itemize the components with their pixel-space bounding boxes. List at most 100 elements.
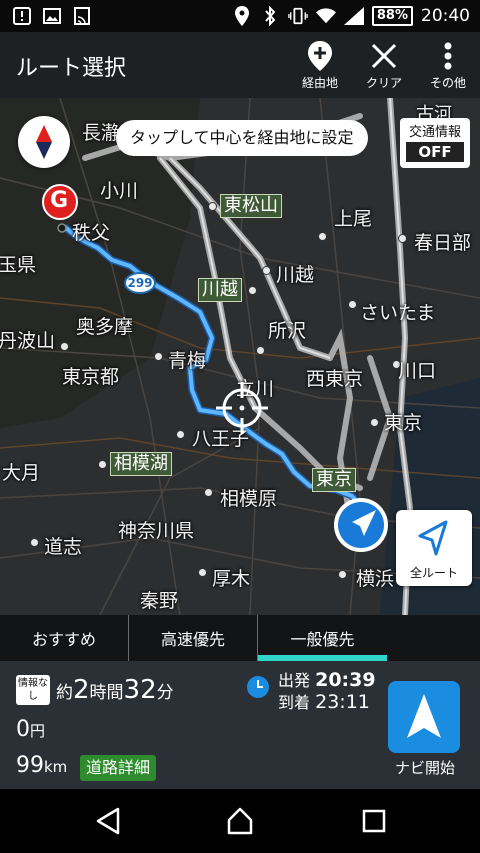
map-station-label: 東松山	[220, 194, 282, 218]
map-place-label: 青梅	[168, 350, 207, 372]
status-bar: 88% 20:40	[0, 0, 480, 32]
more-button[interactable]: その他	[418, 40, 478, 92]
map-place-label: 春日部	[414, 232, 472, 254]
close-icon	[371, 40, 397, 72]
duration-hours: 2	[73, 675, 90, 705]
back-icon	[96, 807, 120, 835]
map-city-dot	[154, 352, 163, 361]
map-place-label: 厚木	[212, 568, 251, 590]
map-place-label: 横浜	[356, 568, 395, 590]
duration-hours-unit: 時間	[89, 683, 124, 703]
route-number-shield: 299	[124, 272, 156, 294]
map-city-dot	[98, 460, 107, 469]
map-place-label: 所沢	[268, 320, 307, 342]
departure-time: 出発 20:39	[278, 667, 376, 691]
current-position-marker	[332, 496, 390, 558]
traffic-info-state: OFF	[406, 142, 464, 162]
goal-marker[interactable]: G	[40, 184, 80, 238]
status-clock: 20:40	[421, 6, 470, 26]
map-city-dot	[208, 202, 217, 211]
map-city-dot	[262, 266, 271, 275]
map-place-label: 上尾	[334, 208, 373, 230]
more-vert-icon	[444, 40, 452, 72]
duration-minutes: 32	[123, 675, 157, 705]
add-waypoint-button[interactable]: 経由地	[290, 40, 350, 92]
duration-prefix: 約	[56, 683, 73, 703]
page-title: ルート選択	[16, 56, 127, 81]
departure-value: 20:39	[315, 669, 376, 691]
image-icon	[42, 6, 62, 26]
map-place-label: 大月	[2, 462, 41, 484]
map-place-label: 東京都	[62, 366, 120, 388]
map-place-label: 秦野	[140, 590, 179, 612]
current-location-arrow-icon	[334, 498, 388, 552]
add-waypoint-label: 経由地	[301, 76, 338, 90]
recents-button[interactable]	[360, 807, 388, 835]
more-label: その他	[429, 76, 466, 90]
home-button[interactable]	[226, 807, 254, 835]
route-summary-panel: 情報なし 約2時間32分 出発 20:39 到着 23:11 0円 99km 道…	[0, 661, 480, 789]
map-city-dot	[370, 418, 379, 427]
route-distance: 99km	[16, 753, 67, 778]
toll-fee: 0円	[16, 717, 45, 742]
map-city-dot	[176, 430, 185, 439]
route-duration: 約2時間32分	[56, 675, 174, 705]
compass-button[interactable]	[18, 116, 70, 168]
traffic-info-toggle[interactable]: 交通情報 OFF	[400, 118, 470, 168]
map-city-dot	[198, 568, 207, 577]
goal-marker-letter: G	[50, 188, 69, 213]
map-place-label: 西東京	[306, 368, 364, 390]
home-icon	[227, 807, 253, 835]
map-place-label: 道志	[44, 536, 83, 558]
toll-value: 0	[16, 717, 30, 742]
map-crosshair	[216, 382, 268, 438]
map-place-label: 川越	[276, 264, 315, 286]
map-place-label: 長瀞	[82, 122, 121, 144]
map-place-label: 奥多摩	[76, 316, 134, 338]
route-type-tabs: おすすめ 高速優先 一般優先	[0, 615, 480, 661]
add-waypoint-icon	[307, 40, 333, 72]
traffic-info-label: 交通情報	[408, 125, 461, 140]
toll-unit: 円	[30, 722, 46, 740]
all-route-label: 全ルート	[409, 566, 458, 580]
back-button[interactable]	[94, 807, 122, 835]
all-route-button[interactable]: 全ルート	[396, 510, 472, 586]
tab-general-road-priority[interactable]: 一般優先	[258, 615, 387, 661]
arrival-label: 到着	[278, 693, 311, 712]
map-place-label: 川口	[398, 360, 437, 382]
tab-highway-priority[interactable]: 高速優先	[129, 615, 258, 661]
map-city-dot	[398, 234, 407, 243]
map-city-dot	[30, 538, 39, 547]
map-place-label: さいたま	[360, 302, 436, 324]
map-city-dot	[60, 342, 69, 351]
location-icon	[232, 6, 252, 26]
map-city-dot	[256, 346, 265, 355]
battery-indicator: 88%	[371, 6, 413, 26]
arrival-value: 23:11	[315, 691, 370, 713]
arrival-time: 到着 23:11	[278, 689, 370, 713]
app-header: ルート選択 経由地 クリア その他	[0, 32, 480, 98]
map-station-label: 東京	[312, 468, 356, 492]
clear-button[interactable]: クリア	[354, 40, 414, 92]
start-navigation-button[interactable]	[388, 681, 460, 753]
tab-recommended[interactable]: おすすめ	[0, 615, 129, 661]
compass-icon	[36, 125, 52, 159]
map-view[interactable]: 長瀞 小川 秩父 玉県 奥多摩 丹波山 東京都 青梅 八王子 大月 相模原 神奈…	[0, 98, 480, 615]
waypoint-hint-bubble[interactable]: タップして中心を経由地に設定	[116, 120, 368, 156]
clear-label: クリア	[365, 76, 402, 90]
wifi-icon	[315, 6, 336, 26]
start-navigation-label: ナビ開始	[394, 759, 455, 777]
cast-icon	[72, 6, 92, 26]
navigation-start-arrow-icon	[407, 694, 441, 738]
map-city-dot	[248, 286, 257, 295]
crosshair-icon	[216, 382, 268, 434]
road-detail-button[interactable]: 道路詳細	[80, 755, 157, 781]
traffic-nodata-badge: 情報なし	[16, 675, 50, 705]
map-place-label: 丹波山	[0, 330, 56, 352]
distance-value: 99	[16, 753, 44, 778]
map-place-label: 神奈川県	[118, 520, 195, 542]
map-city-dot	[318, 232, 327, 241]
map-place-label: 玉県	[0, 254, 37, 276]
map-place-label: 小川	[100, 180, 139, 202]
vibrate-icon	[288, 6, 308, 26]
